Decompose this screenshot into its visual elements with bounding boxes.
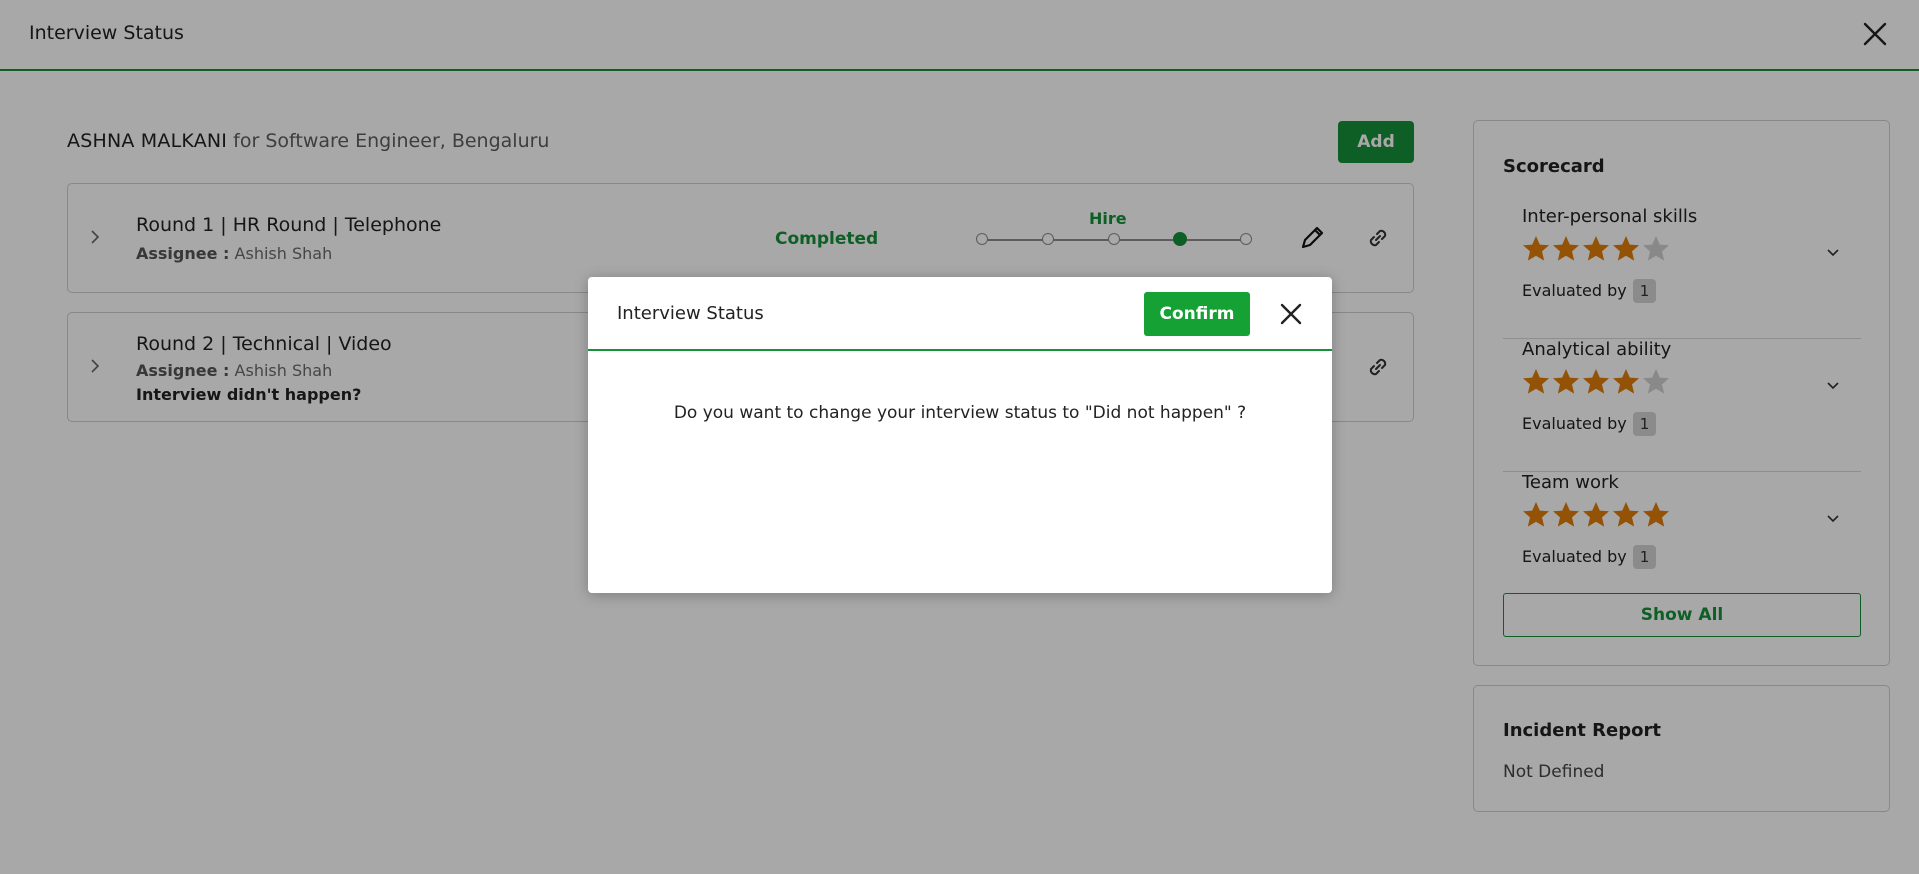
modal-message: Do you want to change your interview sta… <box>673 403 1247 423</box>
confirm-button[interactable]: Confirm <box>1144 292 1250 336</box>
close-icon[interactable] <box>1276 299 1306 329</box>
modal-header: Interview Status Confirm <box>588 277 1332 351</box>
interview-status-modal: Interview Status Confirm Do you want to … <box>588 277 1332 593</box>
modal-title: Interview Status <box>617 303 764 324</box>
